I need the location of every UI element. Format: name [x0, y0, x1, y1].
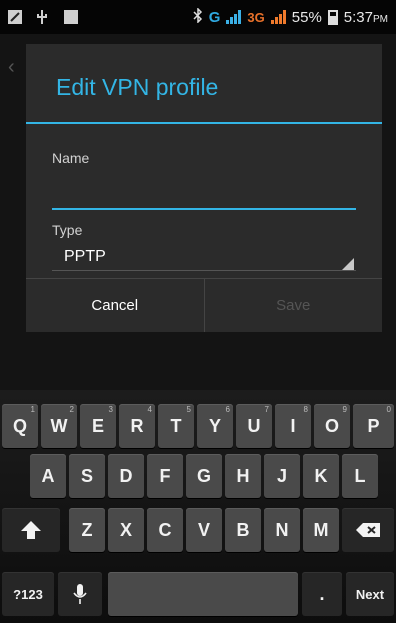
soft-keyboard: Q1 W2 E3 R4 T5 Y6 U7 I8 O9 P0 A S D F G …: [0, 390, 396, 623]
backspace-key[interactable]: [342, 508, 394, 552]
next-key[interactable]: Next: [346, 572, 394, 616]
key-y[interactable]: Y6: [197, 404, 233, 448]
key-b[interactable]: B: [225, 508, 261, 552]
signal-g-icon: [226, 10, 242, 24]
key-m[interactable]: M: [303, 508, 339, 552]
key-u-label: U: [247, 415, 261, 436]
key-i-label: I: [290, 415, 296, 436]
key-n[interactable]: N: [264, 508, 300, 552]
spinner-arrow-icon: [342, 258, 354, 270]
network-3g-label: 3G: [247, 9, 265, 25]
key-k[interactable]: K: [303, 454, 339, 498]
back-chevron-icon: ‹: [8, 56, 15, 78]
key-e-hint: 3: [108, 405, 113, 414]
period-key[interactable]: .: [302, 572, 342, 616]
key-f[interactable]: F: [147, 454, 183, 498]
key-x[interactable]: X: [108, 508, 144, 552]
dialog-buttons: Cancel Save: [26, 278, 382, 332]
network-g-label: G: [208, 8, 221, 26]
battery-icon: [327, 9, 338, 25]
key-o[interactable]: O9: [314, 404, 350, 448]
clock: 5:37PM: [344, 9, 388, 26]
symbols-key[interactable]: ?123: [2, 572, 54, 616]
key-i-hint: 8: [303, 405, 308, 414]
key-p-label: P: [367, 415, 380, 436]
key-e-label: E: [91, 415, 104, 436]
key-w-label: W: [50, 415, 68, 436]
key-r-label: R: [130, 415, 144, 436]
image-icon: [64, 10, 78, 24]
key-y-label: Y: [208, 415, 221, 436]
key-i[interactable]: I8: [275, 404, 311, 448]
key-v[interactable]: V: [186, 508, 222, 552]
key-q[interactable]: Q1: [2, 404, 38, 448]
key-c[interactable]: C: [147, 508, 183, 552]
key-w[interactable]: W2: [41, 404, 77, 448]
space-bar[interactable]: [108, 572, 298, 616]
key-o-label: O: [324, 415, 339, 436]
usb-icon: [36, 10, 50, 24]
key-e[interactable]: E3: [80, 404, 116, 448]
type-value: PPTP: [64, 248, 106, 265]
mic-key[interactable]: [58, 572, 102, 616]
key-t[interactable]: T5: [158, 404, 194, 448]
key-g[interactable]: G: [186, 454, 222, 498]
title-divider: [26, 122, 382, 124]
edit-vpn-dialog: Edit VPN profile Name Type PPTP Cancel S…: [26, 44, 382, 332]
signal-3g-icon: [270, 10, 286, 24]
key-t-label: T: [170, 415, 182, 436]
key-y-hint: 6: [225, 405, 230, 414]
backspace-icon: [356, 523, 380, 537]
key-w-hint: 2: [69, 405, 74, 414]
key-r[interactable]: R4: [119, 404, 155, 448]
spinner-underline: [52, 270, 356, 271]
key-s[interactable]: S: [69, 454, 105, 498]
key-q-label: Q: [12, 415, 27, 436]
shift-arrow-icon: [21, 521, 41, 539]
key-p-hint: 0: [386, 405, 391, 414]
key-r-hint: 4: [147, 405, 152, 414]
microphone-icon: [73, 584, 87, 604]
battery-percent: 55%: [291, 8, 322, 26]
notification-icon: [8, 10, 22, 24]
key-o-hint: 9: [342, 405, 347, 414]
key-t-hint: 5: [186, 405, 191, 414]
key-j[interactable]: J: [264, 454, 300, 498]
name-label: Name: [52, 150, 90, 166]
key-z[interactable]: Z: [69, 508, 105, 552]
key-h[interactable]: H: [225, 454, 261, 498]
key-l[interactable]: L: [342, 454, 378, 498]
key-q-hint: 1: [30, 405, 35, 414]
cancel-button[interactable]: Cancel: [26, 279, 204, 332]
key-a[interactable]: A: [30, 454, 66, 498]
shift-key[interactable]: [2, 508, 60, 552]
clock-ampm: PM: [373, 13, 388, 25]
save-button[interactable]: Save: [205, 279, 383, 332]
status-bar: G 3G 55% 5:37PM: [0, 0, 396, 34]
dialog-title: Edit VPN profile: [56, 74, 219, 100]
key-d[interactable]: D: [108, 454, 144, 498]
name-input[interactable]: [52, 182, 356, 210]
type-label: Type: [52, 222, 83, 238]
bluetooth-icon: [193, 6, 203, 27]
key-u-hint: 7: [264, 405, 269, 414]
key-u[interactable]: U7: [236, 404, 272, 448]
clock-time: 5:37: [343, 8, 373, 26]
key-p[interactable]: P0: [353, 404, 394, 448]
